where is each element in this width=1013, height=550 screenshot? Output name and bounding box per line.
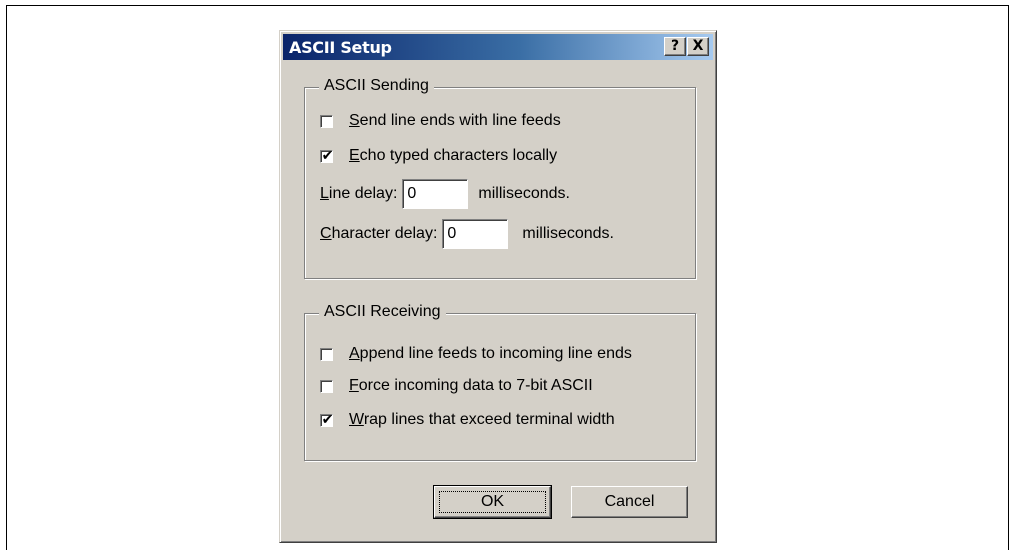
line-delay-label: Line delay: xyxy=(320,185,398,202)
ok-focus-ring: OK xyxy=(439,491,546,513)
force-7bit-checkbox[interactable]: Force incoming data to 7-bit ASCII xyxy=(320,375,593,397)
ascii-sending-group: ASCII Sending Send line ends with line f… xyxy=(304,77,696,279)
close-icon: X xyxy=(692,38,704,54)
echo-typed-checkbox[interactable]: ✔ Echo typed characters locally xyxy=(320,145,557,167)
line-delay-unit: milliseconds. xyxy=(478,185,570,202)
force-7bit-label: Force incoming data to 7-bit ASCII xyxy=(349,377,593,394)
ascii-receiving-label: ASCII Receiving xyxy=(319,303,446,321)
send-line-ends-label: Send line ends with line feeds xyxy=(349,112,561,129)
line-delay-input[interactable] xyxy=(402,179,469,209)
help-icon: ? xyxy=(670,38,680,54)
dialog-title: ASCII Setup xyxy=(289,38,392,57)
send-line-ends-checkbox-box[interactable] xyxy=(320,114,333,128)
ok-button[interactable]: OK xyxy=(433,485,552,519)
echo-typed-checkbox-box[interactable]: ✔ xyxy=(320,147,334,164)
character-delay-label: Character delay: xyxy=(320,225,438,242)
character-delay-row: Character delay: milliseconds. xyxy=(320,219,614,249)
character-delay-unit: milliseconds. xyxy=(522,225,614,242)
wrap-lines-checkbox[interactable]: ✔ Wrap lines that exceed terminal width xyxy=(320,409,615,431)
cancel-button[interactable]: Cancel xyxy=(571,486,688,518)
ascii-receiving-group: ASCII Receiving Append line feeds to inc… xyxy=(304,303,696,461)
force-7bit-checkbox-box[interactable] xyxy=(320,379,333,393)
send-line-ends-checkbox[interactable]: Send line ends with line feeds xyxy=(320,110,561,132)
append-line-feeds-checkbox-box[interactable] xyxy=(320,347,333,361)
echo-typed-check-mark: ✔ xyxy=(321,147,334,164)
ascii-setup-dialog: ASCII Setup ? X ASCII Sending Send line … xyxy=(279,30,717,543)
wrap-lines-check-mark: ✔ xyxy=(321,411,334,428)
title-bar[interactable]: ASCII Setup ? X xyxy=(283,34,713,60)
echo-typed-label: Echo typed characters locally xyxy=(349,147,558,164)
ascii-sending-label: ASCII Sending xyxy=(319,77,434,95)
help-button[interactable]: ? xyxy=(664,37,686,56)
frame-left-border xyxy=(6,5,7,550)
append-line-feeds-label: Append line feeds to incoming line ends xyxy=(349,345,632,362)
character-delay-input[interactable] xyxy=(442,219,509,249)
cancel-label: Cancel xyxy=(604,493,655,510)
line-delay-row: Line delay: milliseconds. xyxy=(320,179,570,209)
wrap-lines-checkbox-box[interactable]: ✔ xyxy=(320,411,334,428)
append-line-feeds-checkbox[interactable]: Append line feeds to incoming line ends xyxy=(320,343,632,365)
frame-right-border xyxy=(1008,5,1009,550)
close-button[interactable]: X xyxy=(687,37,709,56)
frame-top-border xyxy=(6,5,1009,6)
wrap-lines-label: Wrap lines that exceed terminal width xyxy=(349,411,615,428)
ok-label: OK xyxy=(480,493,505,510)
